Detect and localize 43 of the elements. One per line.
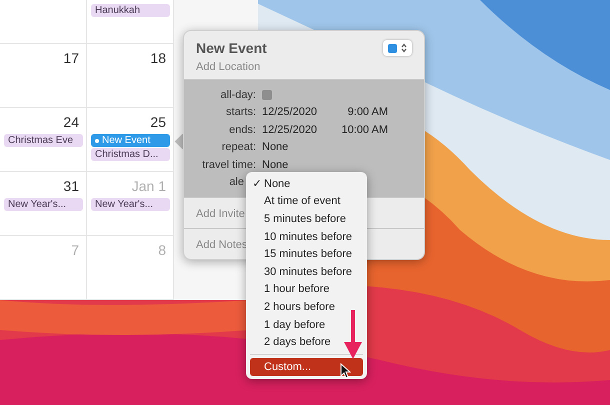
menu-item[interactable]: 2 hours before	[264, 300, 335, 313]
event-chip[interactable]: Christmas Eve	[4, 134, 83, 147]
calendar-color-button[interactable]	[383, 40, 412, 56]
event-chip[interactable]: New Year's...	[91, 198, 170, 211]
day-number: 8	[158, 242, 166, 258]
menu-item[interactable]: 10 minutes before	[264, 230, 352, 243]
field-label: starts:	[225, 106, 256, 118]
day-number: Jan 1	[132, 178, 166, 194]
checkmark-icon: ✓	[252, 178, 262, 190]
day-number: 17	[63, 50, 79, 66]
menu-item[interactable]: 30 minutes before	[264, 266, 352, 278]
time-value[interactable]: 9:00 AM	[328, 106, 388, 118]
event-chip[interactable]: New Year's...	[4, 198, 83, 211]
date-value[interactable]: 12/25/2020	[262, 106, 328, 118]
field-value[interactable]: None	[262, 158, 328, 171]
event-title[interactable]: New Event	[196, 40, 267, 56]
menu-item[interactable]: 1 day before	[264, 318, 326, 331]
field-label: repeat:	[220, 141, 256, 154]
day-number: 24	[63, 114, 79, 130]
menu-item[interactable]: Custom...	[250, 358, 363, 376]
all-day-checkbox[interactable]	[262, 90, 272, 100]
menu-item[interactable]: At time of event	[264, 195, 340, 208]
time-value[interactable]: 10:00 AM	[328, 124, 388, 136]
day-number: 25	[150, 114, 166, 130]
field-label: ale	[228, 176, 244, 188]
date-value[interactable]: 12/25/2020	[262, 124, 328, 136]
event-chip[interactable]: Hanukkah	[91, 4, 170, 17]
menu-item[interactable]: 2 days before	[264, 336, 331, 348]
menu-item[interactable]: 5 minutes before	[264, 212, 346, 225]
menu-item[interactable]: 15 minutes before	[264, 248, 352, 260]
cursor-icon	[340, 363, 351, 379]
day-number: 18	[150, 50, 166, 66]
arrow-icon	[343, 310, 363, 360]
day-number: 7	[71, 242, 79, 258]
menu-item[interactable]: 1 hour before	[264, 283, 330, 296]
stepper-icon	[401, 43, 407, 53]
field-label: all-day:	[220, 88, 256, 101]
field-label: travel time:	[201, 158, 256, 171]
event-chip[interactable]: Christmas D...	[91, 148, 170, 161]
field-value[interactable]: None	[262, 141, 328, 154]
menu-item[interactable]: None	[264, 178, 290, 190]
field-label: ends:	[228, 124, 256, 136]
day-number: 31	[63, 178, 79, 194]
